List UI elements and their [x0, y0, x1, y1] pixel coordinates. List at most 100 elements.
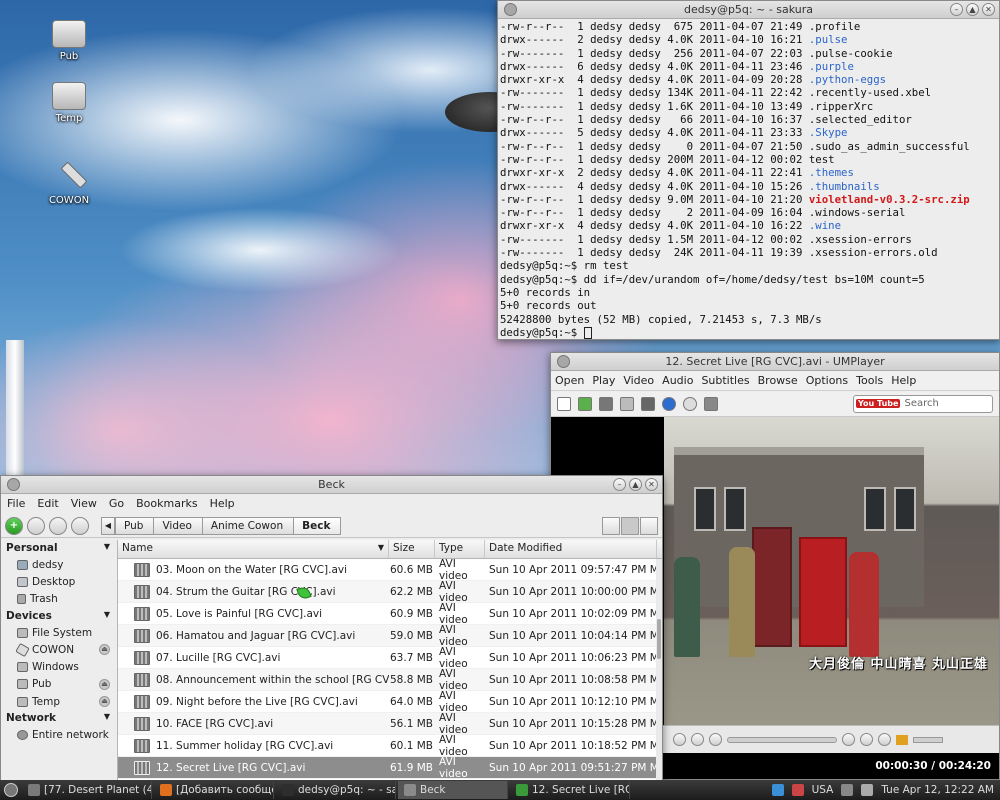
volume-tray-icon[interactable] [841, 784, 854, 796]
maximize-icon[interactable]: ▲ [629, 478, 642, 491]
sidebar-item-cowon[interactable]: COWON ⏏ [1, 641, 116, 658]
scrollbar-thumb[interactable] [657, 619, 661, 659]
eject-icon[interactable]: ⏏ [99, 678, 110, 690]
sidebar-section-personal[interactable]: Personal ▼ [1, 540, 116, 556]
youtube-search-input[interactable]: You Tube Search [853, 394, 993, 413]
table-row[interactable]: 10. FACE [RG CVC].avi 56.1 MB AVI video Sun… [118, 712, 662, 736]
taskbar-item[interactable]: dedsy@p5q: ~ - sakura [276, 781, 396, 799]
table-row[interactable]: 07. Lucille [RG CVC].avi 63.7 MB AVI video… [118, 646, 662, 670]
close-icon[interactable]: ✕ [982, 3, 995, 16]
sidebar-item-desktop[interactable]: Desktop [1, 573, 116, 590]
playlist-icon[interactable] [860, 733, 873, 746]
column-header-date-modified[interactable]: Date Modified [485, 540, 657, 558]
clock[interactable]: Tue Apr 12, 12:22 AM [881, 784, 994, 796]
menu-item-bookmarks[interactable]: Bookmarks [130, 494, 203, 514]
sidebar-item-trash[interactable]: Trash [1, 591, 116, 608]
column-header-type[interactable]: Type [435, 540, 485, 558]
column-header-name[interactable]: Name ▼ [118, 540, 389, 558]
add-icon[interactable]: + [5, 516, 23, 535]
terminal-output[interactable]: -rw-r--r-- 1 dedsy dedsy 675 2011-04-07 … [498, 19, 999, 340]
breadcrumb-item[interactable]: Beck [293, 516, 342, 535]
window-menu-icon[interactable] [504, 3, 517, 16]
taskbar-item[interactable]: 12. Secret Live [RG C... [510, 781, 630, 799]
forward-icon[interactable] [691, 733, 704, 746]
open-folder-icon[interactable] [578, 396, 592, 411]
menu-item-go[interactable]: Go [103, 494, 130, 514]
compact-view-button[interactable] [640, 516, 658, 535]
umplayer-titlebar[interactable]: 12. Secret Live [RG CVC].avi - UMPlayer [551, 353, 999, 371]
taskbar-item[interactable]: [77. Desert Planet (4... [22, 781, 152, 799]
table-row[interactable]: 03. Moon on the Water [RG CVC].avi 60.6 M… [118, 558, 662, 582]
menu-item-options[interactable]: Options [802, 371, 852, 390]
window-menu-icon[interactable] [557, 355, 570, 368]
sidebar-item-file-system[interactable]: File System [1, 624, 116, 641]
tools-icon[interactable] [704, 396, 718, 411]
table-row[interactable]: 08. Announcement within the school [RG C… [118, 668, 662, 692]
link-icon[interactable] [620, 396, 634, 411]
sidebar-section-network[interactable]: Network ▼ [1, 710, 116, 726]
minimize-icon[interactable]: – [950, 3, 963, 16]
table-row[interactable]: 11. Summer holiday [RG CVC].avi 60.1 MB AV… [118, 734, 662, 758]
column-header-size[interactable]: Size [389, 540, 435, 558]
terminal-window[interactable]: dedsy@p5q: ~ - sakura – ▲ ✕ -rw-r--r-- 1… [497, 0, 1000, 340]
close-icon[interactable]: ✕ [645, 478, 658, 491]
forward-icon[interactable] [49, 516, 67, 535]
seek-bar[interactable] [727, 736, 837, 743]
window-menu-icon[interactable] [7, 478, 20, 491]
table-row[interactable]: 06. Hamatou and Jaguar [RG CVC].avi 59.0 … [118, 624, 662, 648]
battery-icon[interactable] [861, 784, 874, 796]
screenshot-icon[interactable] [641, 396, 655, 411]
new-file-icon[interactable] [557, 396, 571, 411]
taskbar-item[interactable]: Beck [398, 781, 508, 799]
rewind-icon[interactable] [673, 733, 686, 746]
file-list[interactable]: Name ▼ Size Type Date Modified 03. Moon o… [117, 540, 662, 781]
chevron-down-icon[interactable]: ▼ [104, 542, 110, 551]
menu-item-audio[interactable]: Audio [658, 371, 697, 390]
sidebar-item-temp[interactable]: Temp ⏏ [1, 693, 116, 710]
sidebar-item-windows[interactable]: Windows [1, 658, 116, 675]
chevron-down-icon[interactable]: ▼ [104, 712, 110, 721]
sidebar-item-entire-network[interactable]: Entire network [1, 726, 116, 743]
search-icon[interactable] [683, 396, 697, 411]
back-icon[interactable] [27, 516, 45, 535]
disc-icon[interactable] [599, 396, 613, 411]
menu-item-play[interactable]: Play [588, 371, 619, 390]
fullscreen-icon[interactable] [842, 733, 855, 746]
menu-item-help[interactable]: Help [887, 371, 920, 390]
reload-icon[interactable] [71, 516, 89, 535]
eject-icon[interactable]: ⏏ [99, 644, 110, 656]
keyboard-layout[interactable]: USA [812, 784, 834, 796]
menu-item-subtitles[interactable]: Subtitles [697, 371, 753, 390]
menu-item-tools[interactable]: Tools [852, 371, 887, 390]
menu-item-browse[interactable]: Browse [754, 371, 802, 390]
equalizer-icon[interactable] [878, 733, 891, 746]
terminal-titlebar[interactable]: dedsy@p5q: ~ - sakura – ▲ ✕ [498, 1, 999, 19]
file-manager-titlebar[interactable]: Beck – ▲ ✕ [1, 476, 662, 494]
desktop-icon-temp[interactable]: Temp [29, 82, 109, 124]
sidebar-section-devices[interactable]: Devices ▼ [1, 608, 116, 624]
breadcrumb-left-arrow-icon[interactable]: ◀ [101, 516, 115, 535]
menu-item-edit[interactable]: Edit [31, 494, 64, 514]
vertical-scrollbar[interactable] [656, 559, 662, 781]
skip-forward-icon[interactable] [709, 733, 722, 746]
table-row[interactable]: 04. Strum the Guitar [RG CVC].avi 62.2 MB… [118, 580, 662, 604]
eject-icon[interactable]: ⏏ [99, 696, 110, 708]
breadcrumb-item[interactable]: Anime Cowon [201, 516, 295, 535]
menu-item-file[interactable]: File [1, 494, 31, 514]
volume-icon[interactable] [896, 734, 908, 745]
info-icon[interactable] [662, 396, 676, 411]
menu-item-open[interactable]: Open [551, 371, 588, 390]
chevron-down-icon[interactable]: ▼ [104, 610, 110, 619]
desktop-icon-pub[interactable]: Pub [29, 20, 109, 62]
maximize-icon[interactable]: ▲ [966, 3, 979, 16]
list-view-button[interactable] [621, 516, 639, 535]
menu-item-view[interactable]: View [65, 494, 103, 514]
table-row[interactable]: 12. Secret Live [RG CVC].avi 61.9 MB AVI v… [118, 756, 662, 780]
sidebar-item-pub[interactable]: Pub ⏏ [1, 676, 116, 693]
menu-item-video[interactable]: Video [619, 371, 658, 390]
taskbar-item[interactable]: [Добавить сообщен... [154, 781, 274, 799]
table-row[interactable]: 09. Night before the Live [RG CVC].avi 64… [118, 690, 662, 714]
breadcrumb-item[interactable]: Pub [115, 516, 155, 535]
table-row[interactable]: 05. Love is Painful [RG CVC].avi 60.9 MB A… [118, 602, 662, 626]
sidebar-item-dedsy[interactable]: dedsy [1, 556, 116, 573]
